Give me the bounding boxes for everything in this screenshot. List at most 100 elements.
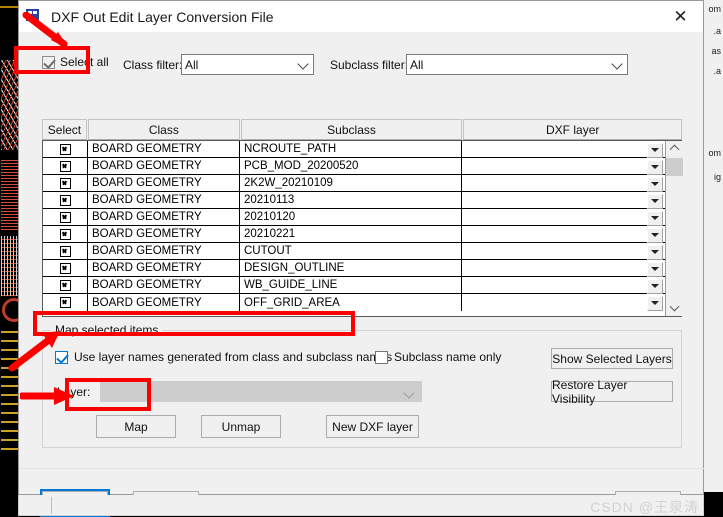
- close-icon[interactable]: ✕: [658, 1, 703, 32]
- cell-subclass: OFF_GRID_AREA: [240, 294, 462, 311]
- chevron-down-icon[interactable]: [647, 296, 663, 311]
- cell-subclass: DESIGN_OUTLINE: [240, 260, 462, 276]
- backdrop-right-label-5: ig: [713, 172, 721, 182]
- unmap-button[interactable]: Unmap: [201, 415, 281, 438]
- chevron-down-icon[interactable]: [647, 228, 663, 243]
- map-button[interactable]: Map: [96, 415, 176, 438]
- table-grid: BOARD GEOMETRY NCROUTE_PATH BOARD GEOMETRY…: [42, 140, 683, 317]
- table-row[interactable]: BOARD GEOMETRY 20210113: [43, 192, 665, 209]
- table-row[interactable]: BOARD GEOMETRY WB_GUIDE_LINE: [43, 277, 665, 294]
- scroll-down-icon[interactable]: [666, 300, 683, 316]
- checkbox-checked-icon: [59, 143, 71, 155]
- dialog-title-bar: DXF Out Edit Layer Conversion File ✕: [19, 1, 703, 33]
- chevron-down-icon[interactable]: [647, 143, 663, 158]
- restore-layer-visibility-button[interactable]: Restore Layer Visibility: [551, 378, 673, 406]
- cell-class: BOARD GEOMETRY: [88, 209, 240, 225]
- column-header-subclass[interactable]: Subclass: [240, 119, 463, 140]
- cell-dxf-layer-select[interactable]: [462, 141, 665, 158]
- cell-dxf-layer-select[interactable]: [462, 209, 665, 226]
- cell-class: BOARD GEOMETRY: [88, 226, 240, 242]
- select-all-label: Select all: [60, 55, 109, 69]
- chevron-down-icon[interactable]: [647, 211, 663, 226]
- row-select-checkbox[interactable]: [43, 294, 88, 311]
- row-select-checkbox[interactable]: [43, 192, 88, 208]
- status-bar: CSDN @王泉涛: [18, 495, 704, 516]
- cell-dxf-layer-select[interactable]: [462, 294, 665, 311]
- checkbox-checked-icon: [59, 297, 71, 308]
- row-select-checkbox[interactable]: [43, 243, 88, 259]
- scrollbar-thumb[interactable]: [666, 158, 683, 176]
- table-row[interactable]: BOARD GEOMETRY NCROUTE_PATH: [43, 141, 665, 158]
- show-selected-layers-button[interactable]: Show Selected Layers: [551, 348, 673, 369]
- dxf-app-icon: [25, 8, 43, 26]
- class-filter-label: Class filter:: [123, 58, 183, 72]
- chevron-down-icon[interactable]: [647, 160, 663, 175]
- cell-dxf-layer-select[interactable]: [462, 158, 665, 175]
- column-header-dxf-layer[interactable]: DXF layer: [463, 119, 683, 140]
- subclass-name-only-checkbox[interactable]: Subclass name only: [375, 350, 501, 364]
- layer-select[interactable]: [100, 381, 422, 402]
- cell-class: BOARD GEOMETRY: [88, 260, 240, 276]
- table-row[interactable]: BOARD GEOMETRY 2K2W_20210109: [43, 175, 665, 192]
- chevron-down-icon[interactable]: [647, 262, 663, 277]
- cell-subclass: 20210113: [240, 192, 462, 208]
- status-bar-divider: [51, 497, 52, 514]
- row-select-checkbox[interactable]: [43, 158, 88, 174]
- row-select-checkbox[interactable]: [43, 141, 88, 157]
- column-header-class[interactable]: Class: [87, 119, 240, 140]
- dxf-layer-conversion-dialog: DXF Out Edit Layer Conversion File ✕ Sel…: [18, 0, 705, 517]
- cell-class: BOARD GEOMETRY: [88, 158, 240, 174]
- chevron-down-icon: [403, 387, 415, 399]
- row-select-checkbox[interactable]: [43, 175, 88, 191]
- table-row[interactable]: BOARD GEOMETRY PCB_MOD_20200520: [43, 158, 665, 175]
- table-row[interactable]: BOARD GEOMETRY DESIGN_OUTLINE: [43, 260, 665, 277]
- row-select-checkbox[interactable]: [43, 209, 88, 225]
- filter-row: Select all Class filter: All Subclass fi…: [19, 51, 705, 79]
- backdrop-right-label-0: om: [708, 4, 721, 14]
- cell-dxf-layer-select[interactable]: [462, 260, 665, 277]
- table-row[interactable]: BOARD GEOMETRY 20210120: [43, 209, 665, 226]
- row-select-checkbox[interactable]: [43, 226, 88, 242]
- cell-dxf-layer-select[interactable]: [462, 226, 665, 243]
- cell-subclass: WB_GUIDE_LINE: [240, 277, 462, 293]
- dialog-body: Select all Class filter: All Subclass fi…: [19, 33, 705, 517]
- select-all-checkbox[interactable]: Select all: [42, 55, 109, 69]
- checkbox-checked-icon: [59, 211, 71, 223]
- table-row[interactable]: BOARD GEOMETRY 20210221: [43, 226, 665, 243]
- table-vertical-scrollbar[interactable]: [665, 141, 683, 316]
- row-select-checkbox[interactable]: [43, 277, 88, 293]
- cell-dxf-layer-select[interactable]: [462, 243, 665, 260]
- checkbox-checked-icon: [59, 279, 71, 291]
- new-dxf-layer-button[interactable]: New DXF layer: [326, 415, 419, 438]
- column-header-select[interactable]: Select: [42, 119, 87, 140]
- cell-dxf-layer-select[interactable]: [462, 277, 665, 294]
- cell-dxf-layer-select[interactable]: [462, 192, 665, 209]
- table-row[interactable]: BOARD GEOMETRY CUTOUT: [43, 243, 665, 260]
- subclass-filter-select[interactable]: All: [406, 54, 628, 75]
- class-filter-select[interactable]: All: [181, 54, 314, 75]
- cell-dxf-layer-select[interactable]: [462, 175, 665, 192]
- cell-subclass: 2K2W_20210109: [240, 175, 462, 191]
- cell-class: BOARD GEOMETRY: [88, 175, 240, 191]
- checkbox-checked-icon: [59, 245, 71, 257]
- checkbox-checked-icon: [59, 228, 71, 240]
- checkbox-checked-icon: [59, 194, 71, 206]
- backdrop-right-label-4: om: [708, 148, 721, 158]
- map-group-legend: Map selected items: [51, 323, 163, 337]
- chevron-down-icon[interactable]: [647, 194, 663, 209]
- table-rows-container: BOARD GEOMETRY NCROUTE_PATH BOARD GEOMETRY…: [43, 141, 665, 316]
- cell-subclass: NCROUTE_PATH: [240, 141, 462, 157]
- backdrop-right-label-3: .a: [713, 66, 721, 76]
- use-generated-names-label: Use layer names generated from class and…: [74, 350, 393, 364]
- chevron-down-icon[interactable]: [647, 245, 663, 260]
- table-row[interactable]: BOARD GEOMETRY OFF_GRID_AREA: [43, 294, 665, 311]
- row-select-checkbox[interactable]: [43, 260, 88, 276]
- chevron-down-icon[interactable]: [647, 279, 663, 294]
- use-generated-names-checkbox[interactable]: Use layer names generated from class and…: [55, 350, 392, 364]
- cell-subclass: 20210120: [240, 209, 462, 225]
- layer-field-label: Layer:: [57, 385, 91, 399]
- scroll-up-icon[interactable]: [666, 141, 683, 157]
- footer-divider: [19, 468, 705, 469]
- chevron-down-icon[interactable]: [647, 177, 663, 192]
- cell-subclass: 20210221: [240, 226, 462, 242]
